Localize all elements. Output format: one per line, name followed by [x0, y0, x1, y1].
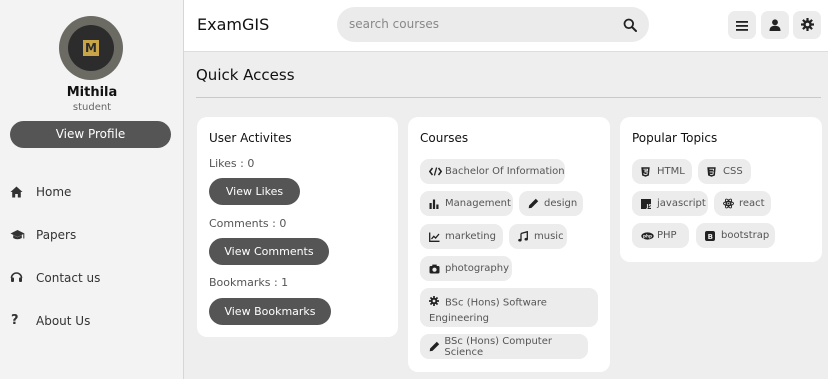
chip-label: bootstrap	[721, 230, 770, 241]
sidebar-item-label: Contact us	[36, 270, 101, 285]
chip-label: photography	[445, 263, 510, 274]
chip-label: PHP	[657, 230, 677, 241]
card-title: User Activites	[209, 131, 292, 145]
chip-label: BSc (Hons) Software Engineering	[429, 297, 547, 325]
course-chip[interactable]: photography	[420, 256, 512, 281]
chip-label: design	[544, 198, 578, 209]
topic-chip[interactable]: HTML	[632, 159, 692, 184]
php-icon: php	[641, 231, 657, 240]
search-bar	[337, 7, 649, 42]
chip-label: react	[739, 198, 765, 209]
view-profile-button[interactable]: View Profile	[10, 121, 171, 148]
chip-label-wrap: BSc (Hons) Software Engineering	[429, 294, 579, 326]
chip-label: javascript	[657, 198, 706, 209]
topic-chip[interactable]: B bootstrap	[696, 223, 775, 248]
chip-label: HTML	[657, 166, 685, 177]
bar-chart-icon	[429, 199, 445, 209]
sidebar-item-label: About Us	[36, 313, 91, 328]
course-chip[interactable]: BSc (Hons) Software Engineering	[420, 288, 598, 327]
likes-count: Likes : 0	[209, 157, 255, 170]
html5-icon	[641, 166, 657, 177]
sidebar-item-home[interactable]: Home	[0, 170, 184, 213]
sidebar-item-label: Home	[36, 184, 72, 199]
topic-chip[interactable]: JS javascript	[632, 191, 708, 216]
course-chip[interactable]: BSc (Hons) Computer Science	[420, 334, 588, 359]
question-mark-icon: ?	[11, 313, 19, 328]
sidebar-nav: Home Papers Contact us ? About Us	[0, 170, 184, 342]
card-title: Popular Topics	[632, 131, 718, 145]
chip-label: Management	[445, 198, 511, 209]
home-icon	[10, 186, 36, 198]
react-icon	[723, 198, 739, 209]
courses-card: Courses Bachelor Of Information Manageme…	[408, 117, 610, 372]
svg-text:php: php	[643, 233, 652, 238]
sidebar-item-papers[interactable]: Papers	[0, 213, 184, 256]
pen-icon	[528, 198, 544, 209]
gear-icon	[800, 16, 814, 35]
sidebar: M Mithila student View Profile Home Pape…	[0, 0, 184, 379]
graduation-cap-icon	[10, 229, 36, 241]
view-comments-button[interactable]: View Comments	[209, 238, 329, 265]
sidebar-item-about[interactable]: ? About Us	[0, 299, 184, 342]
pen-icon	[429, 341, 444, 352]
bookmarks-count: Bookmarks : 1	[209, 276, 289, 289]
user-name: Mithila	[66, 85, 118, 100]
page-title: Quick Access	[196, 66, 295, 84]
code-icon	[429, 167, 445, 176]
search-icon[interactable]	[623, 17, 637, 36]
menu-button[interactable]	[728, 11, 756, 39]
avatar-inner: M	[68, 25, 114, 71]
chip-label: music	[534, 231, 564, 242]
view-bookmarks-button[interactable]: View Bookmarks	[209, 298, 331, 325]
user-activities-card: User Activites Likes : 0 View Likes Comm…	[197, 117, 398, 337]
top-header: ExamGIS	[184, 0, 828, 52]
profile-button[interactable]	[761, 11, 789, 39]
avatar[interactable]: M	[59, 16, 123, 80]
chip-label: marketing	[445, 231, 496, 242]
menu-icon	[736, 16, 748, 35]
user-role: student	[72, 102, 112, 113]
line-chart-icon	[429, 232, 445, 242]
topic-chip[interactable]: CSS	[698, 159, 751, 184]
card-title: Courses	[420, 131, 469, 145]
bootstrap-icon: B	[705, 230, 721, 241]
svg-text:B: B	[708, 233, 713, 241]
sidebar-item-label: Papers	[36, 227, 77, 242]
headset-icon	[10, 271, 36, 284]
settings-button[interactable]	[793, 11, 821, 39]
course-chip[interactable]: Management	[420, 191, 513, 216]
popular-topics-card: Popular Topics HTML CSS JS javascript re…	[620, 117, 822, 262]
view-likes-button[interactable]: View Likes	[209, 178, 300, 205]
chip-label: CSS	[723, 166, 743, 177]
topic-chip[interactable]: react	[714, 191, 771, 216]
course-chip[interactable]: design	[519, 191, 583, 216]
search-input[interactable]	[349, 15, 609, 33]
title-divider	[196, 97, 821, 98]
avatar-logo: M	[83, 40, 99, 56]
gear-icon	[429, 294, 445, 311]
sidebar-item-contact[interactable]: Contact us	[0, 256, 184, 299]
course-chip[interactable]: marketing	[420, 224, 503, 249]
js-icon: JS	[641, 198, 657, 209]
svg-text:JS: JS	[646, 204, 652, 209]
comments-count: Comments : 0	[209, 217, 287, 230]
chip-label: BSc (Hons) Computer Science	[444, 335, 552, 358]
course-chip[interactable]: Bachelor Of Information	[420, 159, 565, 184]
chip-label: Bachelor Of Information	[445, 166, 565, 177]
topic-chip[interactable]: php PHP	[632, 223, 689, 248]
camera-icon	[429, 264, 445, 274]
css3-icon	[707, 166, 723, 177]
music-note-icon	[518, 231, 534, 242]
app-title: ExamGIS	[197, 15, 270, 34]
course-chip[interactable]: music	[509, 224, 567, 249]
user-icon	[769, 16, 781, 35]
